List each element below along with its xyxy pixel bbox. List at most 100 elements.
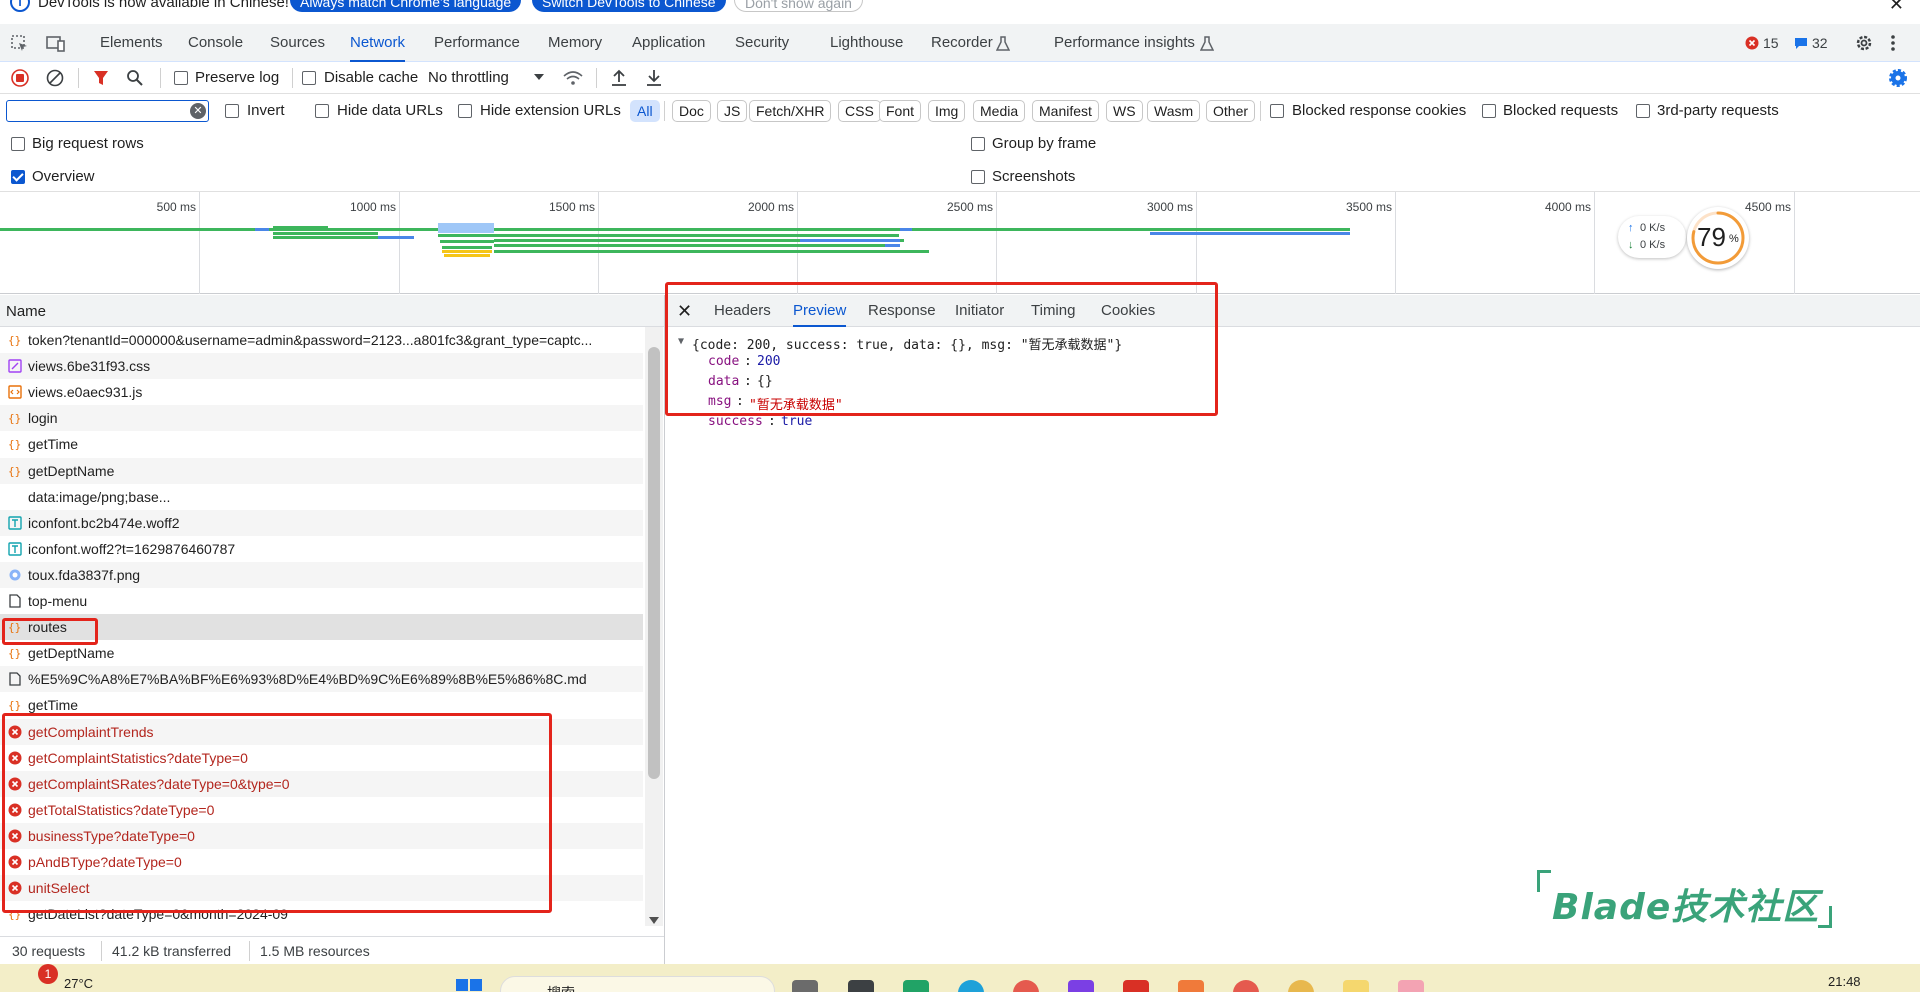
filter-type-other[interactable]: Other — [1206, 100, 1256, 122]
hide-data-urls-checkbox[interactable] — [315, 104, 329, 118]
overview-checkbox[interactable] — [11, 170, 25, 184]
device-toolbar-icon[interactable] — [45, 34, 67, 54]
hide-extension-urls-checkbox[interactable] — [458, 104, 472, 118]
clock-time[interactable]: 21:48 — [1828, 974, 1861, 989]
scrollbar-thumb[interactable] — [648, 347, 660, 779]
scroll-down-icon[interactable] — [649, 917, 659, 924]
app-icon[interactable] — [903, 980, 929, 992]
chevron-down-icon[interactable] — [533, 73, 545, 81]
table-row[interactable]: views.e0aec931.js — [0, 379, 643, 405]
table-row[interactable]: toux.fda3837f.png — [0, 561, 643, 588]
filter-type-ws[interactable]: WS — [1106, 100, 1143, 122]
message-count-icon[interactable] — [1794, 37, 1808, 50]
windows-start-icon[interactable] — [455, 978, 483, 992]
tab-elements[interactable]: Elements — [100, 24, 163, 62]
third-party-checkbox[interactable] — [1636, 104, 1650, 118]
network-conditions-icon[interactable] — [562, 70, 584, 86]
font-type-icon — [8, 542, 22, 556]
settings-gear-icon[interactable] — [1854, 33, 1874, 53]
stop-recording-icon[interactable] — [11, 69, 29, 87]
disable-cache-checkbox[interactable] — [302, 71, 316, 85]
chrome-icon[interactable] — [1233, 980, 1259, 992]
app-icon[interactable] — [1068, 980, 1094, 992]
tab-application[interactable]: Application — [632, 24, 705, 62]
tab-security[interactable]: Security — [735, 24, 789, 62]
error-count-icon[interactable] — [1745, 36, 1759, 50]
doc-type-icon — [8, 672, 22, 686]
filter-type-manifest[interactable]: Manifest — [1032, 100, 1099, 122]
app-icon[interactable] — [1398, 980, 1424, 992]
tab-performance-insights[interactable]: Performance insights — [1054, 24, 1195, 62]
filter-type-all[interactable]: All — [630, 100, 660, 122]
tab-memory[interactable]: Memory — [548, 24, 602, 62]
tab-lighthouse[interactable]: Lighthouse — [830, 24, 903, 62]
clear-icon[interactable] — [46, 69, 64, 87]
throttling-select[interactable]: No throttling — [428, 69, 509, 86]
search-icon[interactable] — [126, 69, 144, 87]
transferred-size: 41.2 kB transferred — [112, 943, 232, 959]
table-row[interactable]: {} token?tenantId=000000&username=admin&p… — [0, 327, 643, 353]
taskbar-search[interactable]: 搜索 — [500, 976, 775, 992]
xhr-type-icon: {} — [8, 411, 22, 425]
table-row[interactable]: iconfont.woff2?t=1629876460787 — [0, 536, 643, 562]
filter-type-media[interactable]: Media — [973, 100, 1026, 122]
tab-console[interactable]: Console — [188, 24, 243, 62]
network-settings-gear-icon[interactable] — [1888, 68, 1908, 88]
filter-type-js[interactable]: JS — [717, 100, 748, 122]
request-name: token?tenantId=000000&username=admin&pas… — [28, 332, 593, 348]
error-count[interactable]: 15 — [1763, 24, 1779, 62]
app-icon[interactable] — [1343, 980, 1369, 992]
table-row[interactable]: %E5%9C%A8%E7%BA%BF%E6%93%8D%E4%BD%9C%E6%… — [0, 666, 643, 693]
tab-network[interactable]: Network — [350, 24, 406, 62]
filter-bar: ✕ Invert Hide data URLs Hide extension U… — [0, 94, 1920, 128]
group-by-frame-checkbox[interactable] — [971, 137, 985, 151]
tab-sources[interactable]: Sources — [270, 24, 325, 62]
invert-checkbox[interactable] — [225, 104, 239, 118]
request-name: views.6be31f93.css — [28, 358, 151, 375]
weather-temp[interactable]: 27°C — [64, 976, 93, 991]
weather-badge[interactable]: 1 — [38, 964, 58, 984]
close-infobar-icon[interactable]: ✕ — [1889, 0, 1904, 15]
filter-input[interactable] — [6, 100, 209, 122]
app-icon[interactable] — [848, 980, 874, 992]
name-column-header[interactable]: Name — [6, 303, 46, 320]
filter-type-css[interactable]: CSS — [838, 100, 881, 122]
filter-type-wasm[interactable]: Wasm — [1147, 100, 1201, 122]
table-row[interactable]: {} login — [0, 405, 643, 432]
export-har-icon[interactable] — [645, 68, 663, 88]
network-settings-pane: Big request rows Overview Group by frame… — [0, 130, 1920, 192]
clear-filter-icon[interactable]: ✕ — [190, 103, 206, 119]
blocked-requests-checkbox[interactable] — [1482, 104, 1496, 118]
table-row[interactable]: {} getTime — [0, 431, 643, 457]
preserve-log-checkbox[interactable] — [174, 71, 188, 85]
chrome-icon[interactable] — [1288, 980, 1314, 992]
app-icon[interactable] — [792, 980, 818, 992]
inspect-element-icon[interactable] — [10, 34, 30, 54]
message-count[interactable]: 32 — [1812, 24, 1828, 62]
filter-type-doc[interactable]: Doc — [672, 100, 711, 122]
more-options-icon[interactable] — [1890, 33, 1896, 53]
table-row[interactable]: iconfont.bc2b474e.woff2 — [0, 509, 643, 536]
app-icon[interactable] — [1013, 980, 1039, 992]
table-row[interactable]: {} getDeptName — [0, 457, 643, 484]
filter-type-img[interactable]: Img — [928, 100, 966, 122]
blocked-cookies-checkbox[interactable] — [1270, 104, 1284, 118]
switch-to-chinese-button[interactable]: Switch DevTools to Chinese — [532, 0, 726, 12]
filter-type-font[interactable]: Font — [879, 100, 922, 122]
table-row[interactable]: top-menu — [0, 588, 643, 614]
tab-performance[interactable]: Performance — [434, 24, 520, 62]
big-rows-checkbox[interactable] — [11, 137, 25, 151]
filter-type-fetch-xhr[interactable]: Fetch/XHR — [749, 100, 832, 122]
app-icon[interactable] — [1178, 980, 1204, 992]
table-row[interactable]: data:image/png;base... — [0, 484, 643, 510]
always-match-language-button[interactable]: Always match Chrome's language — [290, 0, 522, 12]
table-row[interactable]: views.6be31f93.css — [0, 353, 643, 380]
app-icon[interactable] — [1123, 980, 1149, 992]
edge-icon[interactable] — [958, 980, 984, 992]
filter-funnel-icon[interactable] — [93, 70, 109, 86]
tab-recorder[interactable]: Recorder — [931, 24, 993, 62]
import-har-icon[interactable] — [610, 68, 628, 88]
dont-show-again-button[interactable]: Don't show again — [734, 0, 863, 12]
request-table-header[interactable]: Name — [0, 295, 664, 327]
screenshots-checkbox[interactable] — [971, 170, 985, 184]
